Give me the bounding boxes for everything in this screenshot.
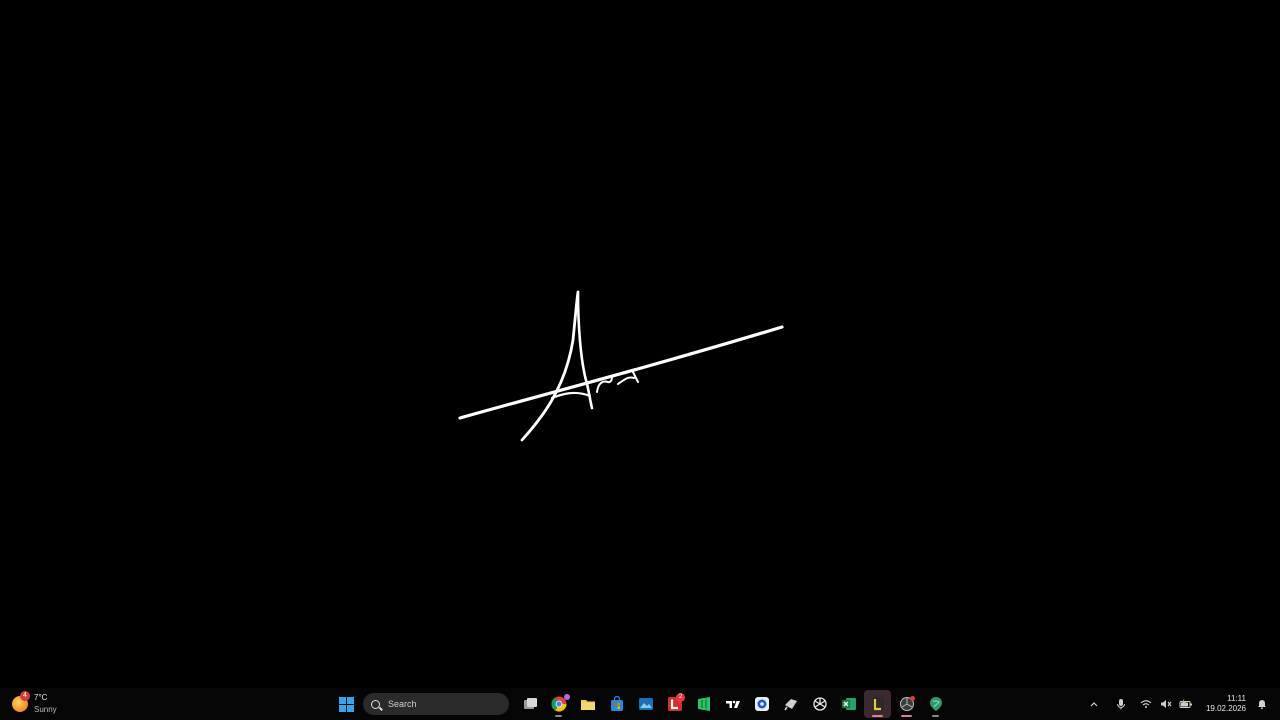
blue-gear-icon [754, 697, 769, 711]
taskbar-app-tools-app[interactable] [777, 690, 804, 718]
notifications-icon[interactable] [1253, 695, 1271, 713]
weather-temp: 7°C [34, 693, 48, 702]
clock-time: 11:11 [1227, 694, 1246, 703]
signature-drawing [458, 290, 784, 442]
clock-date: 19.02.2026 [1205, 704, 1246, 713]
recording-dot [910, 696, 915, 701]
taskbar-app-active-app[interactable] [864, 690, 891, 718]
green-app-icon [697, 697, 710, 711]
weather-badge: 4 [20, 691, 30, 701]
notification-badge: 2 [676, 693, 685, 702]
taskbar-app-file-explorer[interactable] [574, 690, 601, 718]
taskbar-app-photos[interactable] [632, 690, 659, 718]
store-icon [610, 696, 623, 711]
tools-icon [783, 699, 797, 711]
task-view-icon [523, 698, 537, 709]
sun-cloud-icon: 4 [12, 691, 30, 712]
clock[interactable]: 11:11 19.02.2026 [1206, 694, 1246, 714]
speaker-muted-icon[interactable] [1157, 695, 1175, 713]
taskbar-app-recorder-app[interactable] [893, 690, 920, 718]
taskbar: 4 7°C Sunny Search 2 11:11 19.02.2026 [0, 688, 1280, 720]
chevron-up-icon[interactable] [1085, 695, 1103, 713]
taskbar-app-chatgpt[interactable] [806, 690, 833, 718]
wifi-icon[interactable] [1137, 695, 1155, 713]
taskbar-app-l-app[interactable]: 2 [661, 690, 688, 718]
weather-condition: Sunny [34, 705, 57, 714]
microphone-icon[interactable] [1112, 695, 1130, 713]
photos-icon [638, 698, 653, 710]
start-button[interactable] [336, 694, 356, 714]
folder-icon [580, 700, 595, 710]
excel-icon [841, 698, 856, 710]
taskbar-app-task-view[interactable] [516, 690, 543, 718]
yellow-app-icon [871, 697, 884, 711]
taskbar-center: Search 2 [335, 688, 950, 720]
tradingview-icon [725, 700, 740, 708]
system-tray: 11:11 19.02.2026 [1084, 688, 1272, 720]
search-placeholder: Search [388, 699, 417, 709]
desktop [0, 0, 1280, 688]
taskbar-app-microsoft-store[interactable] [603, 690, 630, 718]
battery-icon[interactable] [1177, 695, 1195, 713]
taskbar-app-chrome[interactable] [545, 690, 572, 718]
search-box[interactable]: Search [363, 693, 509, 715]
taskbar-app-tradingview[interactable] [719, 690, 746, 718]
taskbar-app-excel[interactable] [835, 690, 862, 718]
weather-widget[interactable]: 4 7°C Sunny [12, 691, 57, 717]
taskbar-app-sheets-app[interactable] [690, 690, 717, 718]
globe-icon [929, 697, 942, 711]
taskbar-app-settings-app[interactable] [748, 690, 775, 718]
search-icon [371, 699, 380, 709]
chatgpt-icon [812, 697, 827, 711]
taskbar-app-map-app[interactable] [922, 690, 949, 718]
